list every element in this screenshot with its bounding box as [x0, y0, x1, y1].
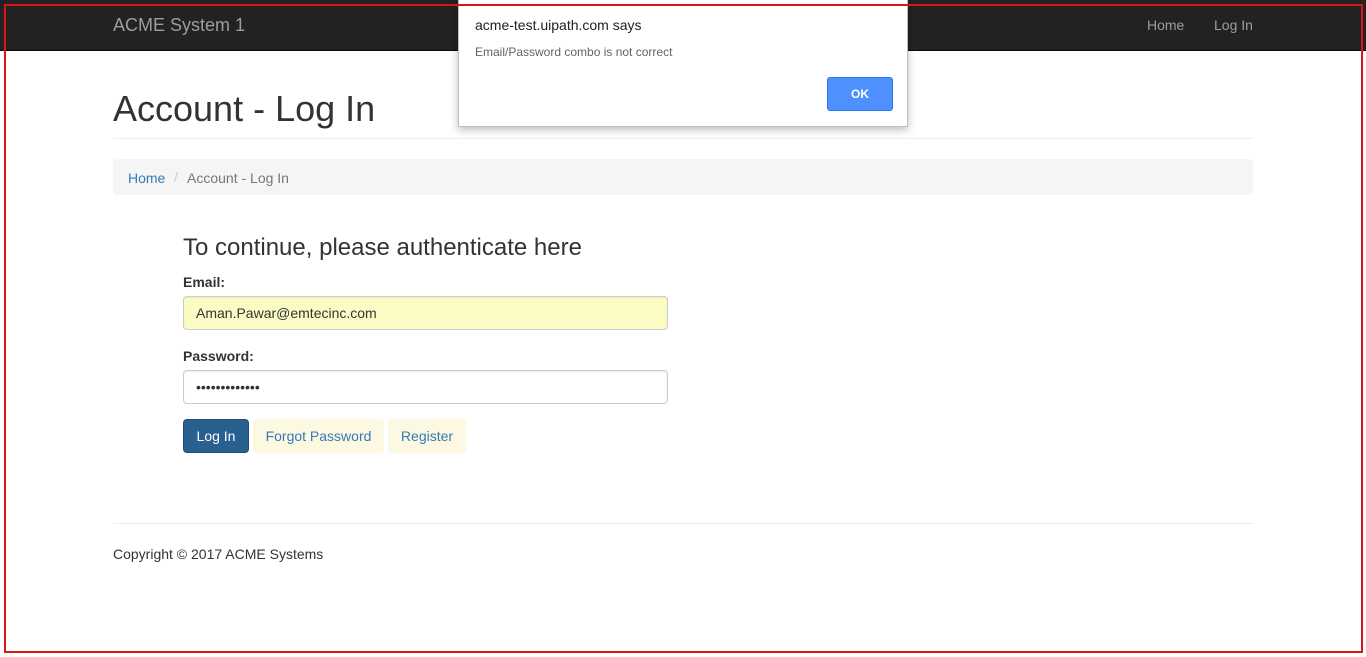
alert-title: acme-test.uipath.com says — [475, 17, 642, 33]
nav-home-link[interactable]: Home — [1147, 17, 1184, 33]
alert-message: Email/Password combo is not correct — [475, 45, 673, 59]
email-label: Email: — [183, 274, 226, 290]
breadcrumb-current: Account - Log In — [187, 170, 289, 186]
password-field[interactable] — [183, 370, 668, 404]
alert-ok-button[interactable]: OK — [827, 77, 893, 111]
login-button[interactable]: Log In — [183, 419, 249, 453]
password-label: Password: — [183, 348, 254, 364]
breadcrumb-home-link[interactable]: Home — [128, 170, 165, 186]
divider — [113, 138, 1253, 139]
copyright-text: Copyright © 2017 ACME Systems — [113, 546, 324, 562]
breadcrumb-separator: / — [174, 169, 178, 185]
register-button[interactable]: Register — [388, 419, 466, 453]
email-field[interactable] — [183, 296, 668, 330]
breadcrumb: Home / Account - Log In — [113, 159, 1253, 195]
page-title: Account - Log In — [113, 88, 376, 129]
nav-login-link[interactable]: Log In — [1214, 17, 1253, 33]
alert-dialog: acme-test.uipath.com says Email/Password… — [458, 0, 908, 127]
footer-divider — [113, 523, 1253, 524]
form-heading: To continue, please authenticate here — [183, 234, 582, 261]
brand-link[interactable]: ACME System 1 — [113, 15, 245, 35]
forgot-password-button[interactable]: Forgot Password — [253, 419, 384, 453]
